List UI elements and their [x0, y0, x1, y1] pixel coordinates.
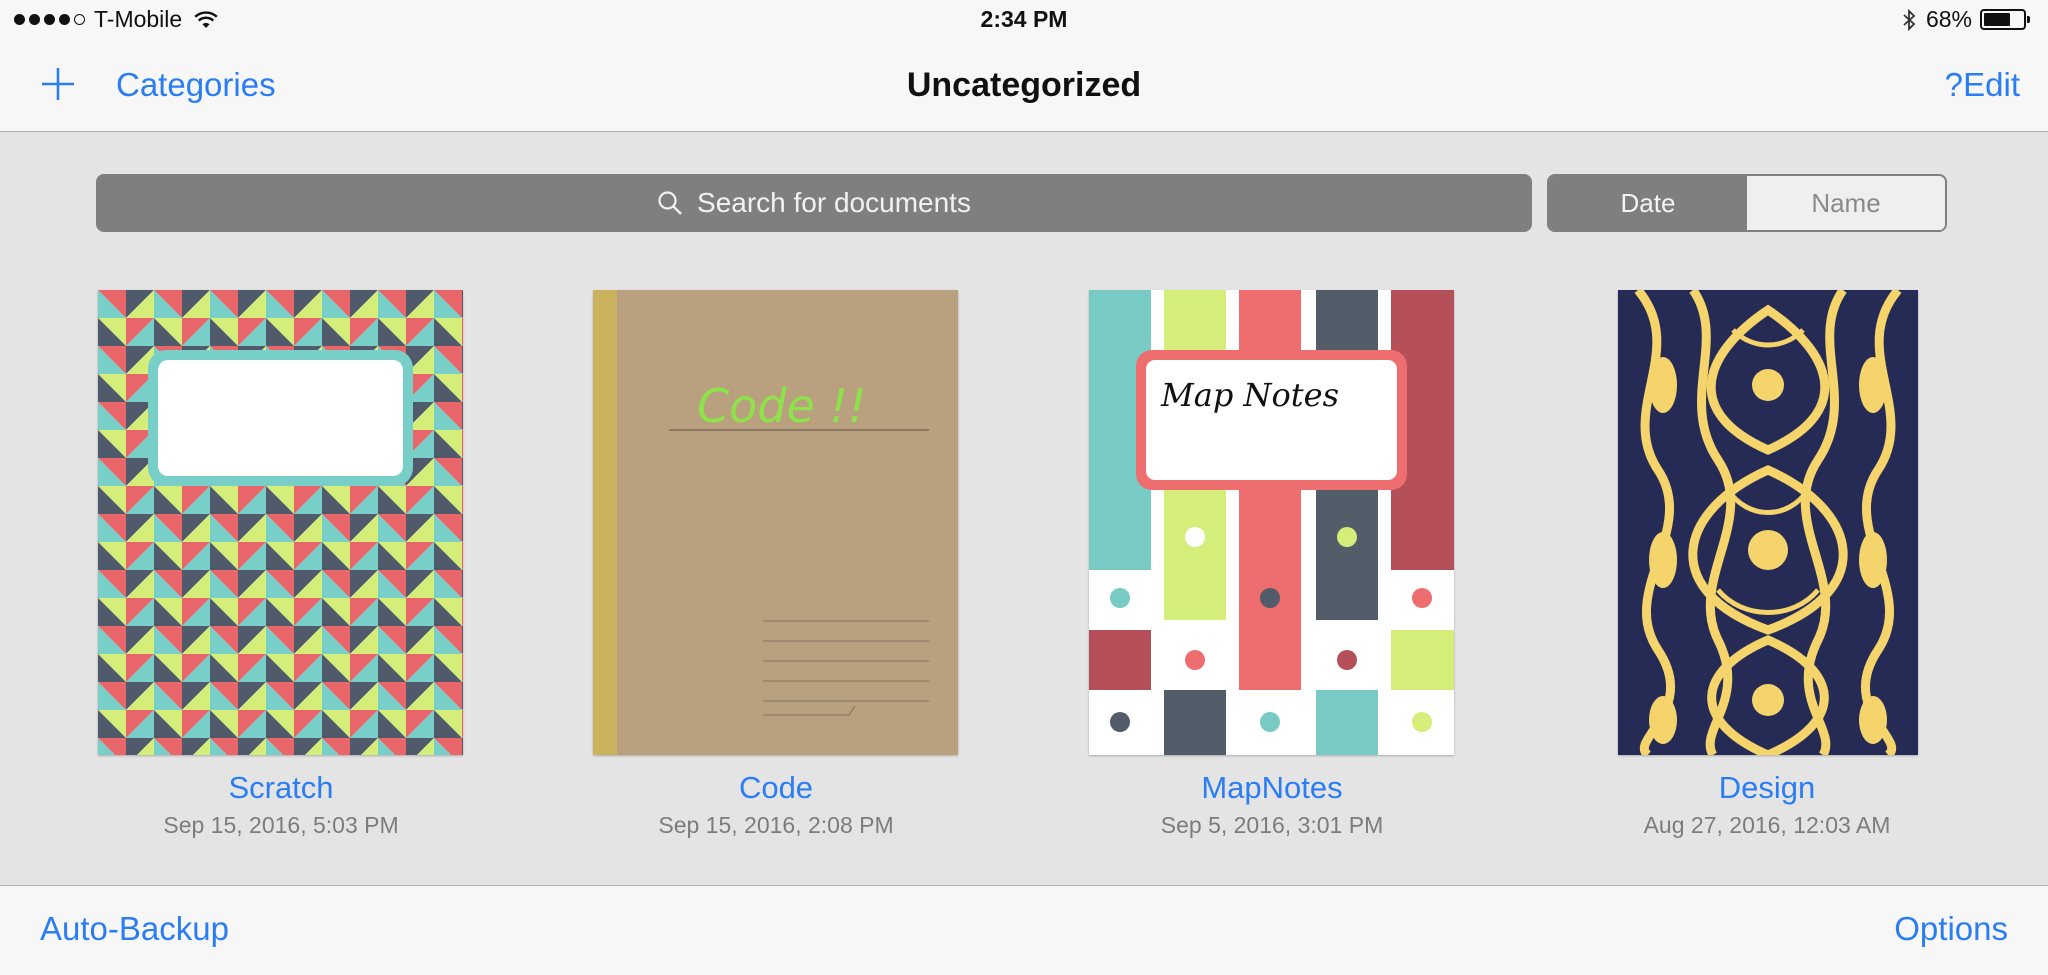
- status-bar: T-Mobile 2:34 PM 68%: [0, 0, 2048, 42]
- battery-icon: [1980, 9, 2030, 30]
- document-date: Sep 15, 2016, 5:03 PM: [163, 812, 399, 838]
- auto-backup-button[interactable]: Auto-Backup: [40, 910, 229, 948]
- search-placeholder: Search for documents: [697, 187, 971, 218]
- code-cover-text: Code !!: [697, 379, 866, 433]
- bluetooth-icon: [1903, 8, 1916, 31]
- options-button[interactable]: Options: [1894, 910, 2008, 948]
- sort-segmented-control: Date Name: [1547, 174, 1947, 232]
- plus-icon: [42, 68, 74, 100]
- add-document-button[interactable]: [38, 64, 78, 104]
- sort-date-segment[interactable]: Date: [1549, 176, 1747, 230]
- bottom-toolbar: Auto-Backup Options: [0, 885, 2048, 975]
- search-icon: [658, 191, 682, 215]
- document-date: Sep 15, 2016, 2:08 PM: [658, 812, 894, 838]
- document-date: Sep 5, 2016, 3:01 PM: [1160, 812, 1384, 838]
- scratch-cover-thumbnail[interactable]: [98, 290, 463, 755]
- battery-percent: 68%: [1925, 6, 1972, 32]
- help-button[interactable]: ?: [1945, 66, 1963, 104]
- page-title: Uncategorized: [906, 66, 1142, 104]
- code-cover-thumbnail[interactable]: Code !!: [593, 290, 958, 755]
- status-right: 68%: [1902, 6, 2030, 33]
- categories-button[interactable]: Categories: [116, 66, 276, 104]
- mapnotes-cover-thumbnail[interactable]: Map Notes: [1089, 290, 1454, 755]
- mapnotes-cover-text: Map Notes: [1160, 376, 1339, 414]
- search-bar[interactable]: Search for documents: [96, 174, 1532, 232]
- document-title[interactable]: MapNotes: [1087, 770, 1457, 806]
- status-time: 2:34 PM: [980, 6, 1068, 32]
- sort-name-segment[interactable]: Name: [1747, 176, 1945, 230]
- navigation-bar: Categories Uncategorized ? Edit: [0, 42, 2048, 132]
- edit-button[interactable]: Edit: [1963, 66, 2020, 104]
- document-title[interactable]: Design: [1582, 770, 1952, 806]
- design-cover-thumbnail[interactable]: [1618, 290, 1918, 755]
- document-title[interactable]: Scratch: [96, 770, 466, 806]
- document-date: Aug 27, 2016, 12:03 AM: [1643, 812, 1891, 838]
- document-title[interactable]: Code: [591, 770, 961, 806]
